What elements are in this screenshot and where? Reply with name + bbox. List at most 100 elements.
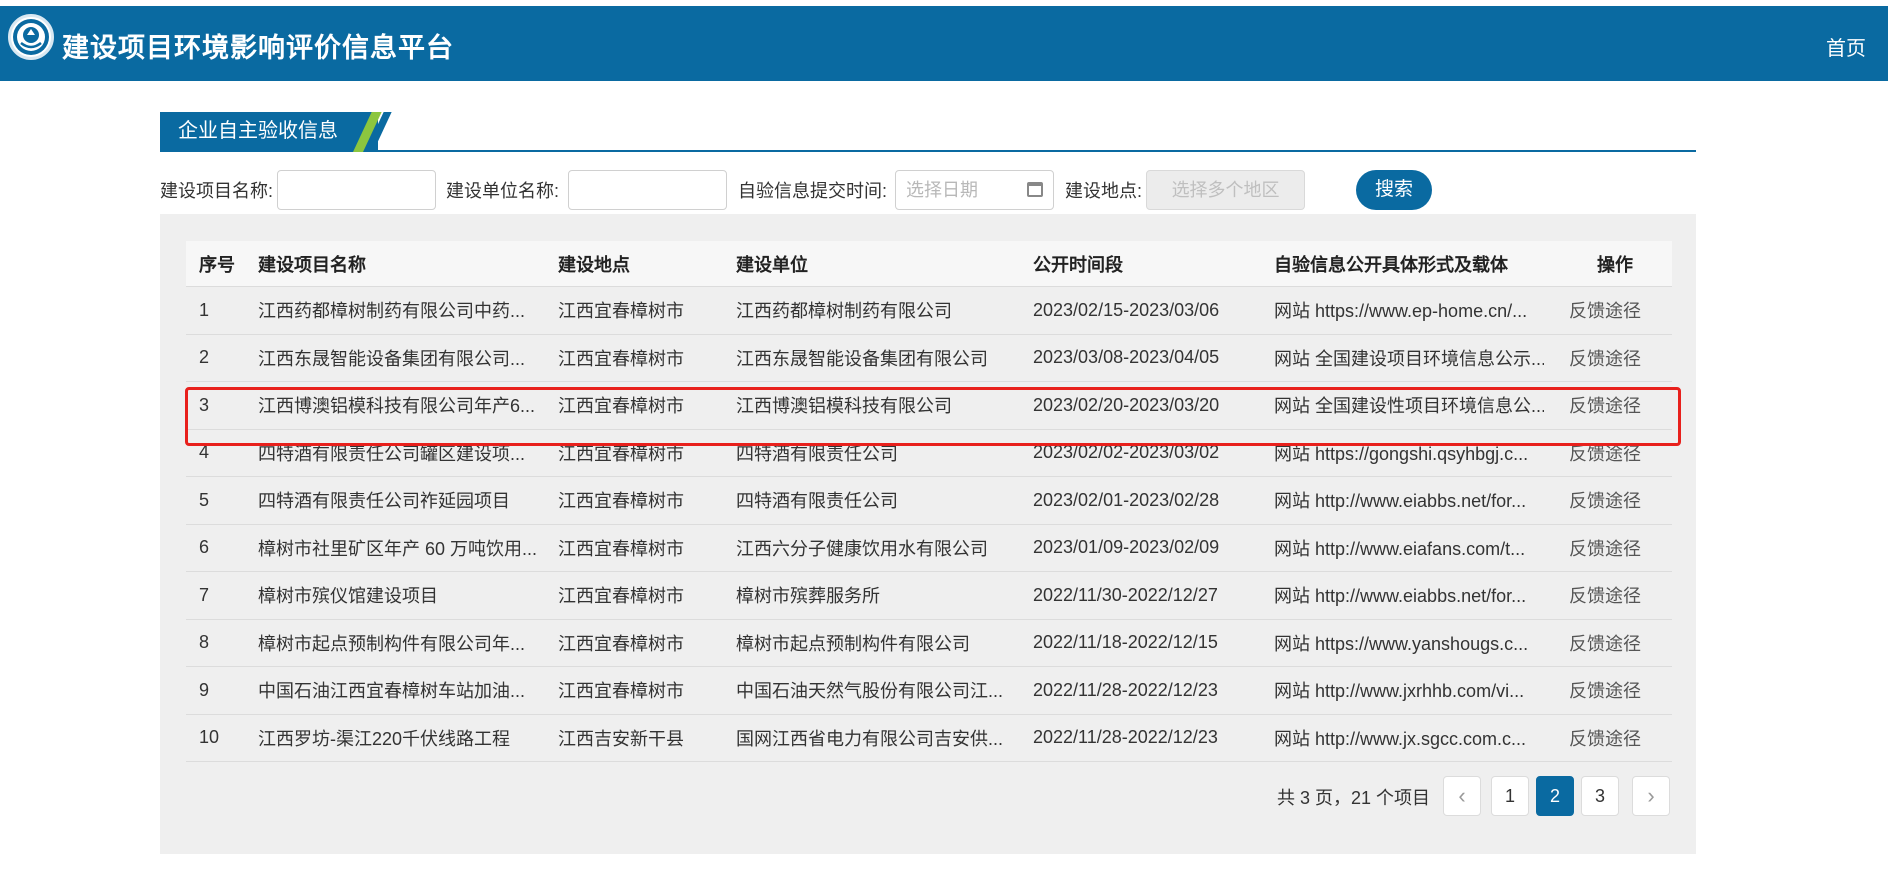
feedback-link[interactable]: 反馈途径 — [1569, 335, 1665, 382]
row-unit: 四特酒有限责任公司 — [736, 443, 898, 464]
home-link[interactable]: 首页 — [1826, 32, 1866, 61]
row-project-name: 江西东晟智能设备集团有限公司... — [258, 348, 526, 369]
row-carrier: 网站 http://www.jx.sgcc.com.c... — [1274, 728, 1527, 749]
location-select[interactable]: 选择多个地区 — [1146, 170, 1306, 210]
row-index: 2 — [199, 347, 210, 368]
site-title: 建设项目环境影响评价信息平台 — [62, 33, 454, 63]
row-index: 5 — [199, 489, 210, 510]
table-row[interactable]: 8 樟树市起点预制构件有限公司年... 江西宜春樟树市 樟树市起点预制构件有限公… — [186, 620, 1672, 667]
row-location: 江西吉安新干县 — [558, 728, 684, 749]
search-button[interactable]: 搜索 — [1356, 170, 1433, 210]
location-label: 建设地点: — [1065, 181, 1143, 201]
calendar-icon — [1027, 182, 1044, 197]
table-row[interactable]: 7 樟树市殡仪馆建设项目 江西宜春樟树市 樟树市殡葬服务所 2022/11/30… — [186, 572, 1672, 620]
table-header-row: 序号 建设项目名称 建设地点 建设单位 公开时间段 自验信息公开具体形式及载体 … — [186, 241, 1672, 287]
column-header-period: 公开时间段 — [1033, 254, 1123, 275]
feedback-link[interactable]: 反馈途径 — [1569, 287, 1665, 334]
row-project-name: 四特酒有限责任公司祚延园项目 — [258, 491, 510, 512]
row-period: 2023/02/20-2023/03/20 — [1033, 394, 1220, 415]
row-period: 2023/02/02-2023/03/02 — [1033, 442, 1220, 463]
column-header-carrier: 自验信息公开具体形式及载体 — [1274, 254, 1508, 275]
page-button-2[interactable]: 2 — [1536, 776, 1574, 816]
feedback-link[interactable]: 反馈途径 — [1569, 382, 1665, 429]
row-location: 江西宜春樟树市 — [558, 633, 684, 654]
table-row[interactable]: 9 中国石油江西宜春樟树车站加油... 江西宜春樟树市 中国石油天然气股份有限公… — [186, 667, 1672, 715]
row-index: 10 — [199, 727, 220, 748]
table-row[interactable]: 3 江西博澳铝模科技有限公司年产6... 江西宜春樟树市 江西博澳铝模科技有限公… — [186, 382, 1672, 430]
row-unit: 樟树市起点预制构件有限公司 — [736, 633, 970, 654]
row-carrier: 网站 全国建设项目环境信息公示... — [1274, 348, 1544, 369]
emblem-logo-icon — [8, 14, 54, 60]
submit-date-picker[interactable]: 选择日期 — [895, 170, 1055, 210]
row-unit: 四特酒有限责任公司 — [736, 491, 898, 512]
chevron-right-icon[interactable]: › — [1632, 776, 1670, 816]
row-carrier: 网站 https://www.yanshougs.c... — [1274, 633, 1529, 654]
column-header-action: 操作 — [1597, 254, 1633, 275]
row-period: 2023/02/15-2023/03/06 — [1033, 299, 1220, 320]
row-project-name: 樟树市起点预制构件有限公司年... — [258, 633, 526, 654]
row-index: 9 — [199, 679, 210, 700]
feedback-link[interactable]: 反馈途径 — [1569, 620, 1665, 667]
table-row[interactable]: 5 四特酒有限责任公司祚延园项目 江西宜春樟树市 四特酒有限责任公司 2023/… — [186, 477, 1672, 525]
unit-name-label: 建设单位名称: — [446, 181, 560, 201]
page-button-3[interactable]: 3 — [1581, 776, 1619, 816]
row-period: 2022/11/18-2022/12/15 — [1033, 632, 1218, 653]
page-button-1[interactable]: 1 — [1491, 776, 1529, 816]
section-title-tab: 企业自主验收信息 — [160, 112, 378, 150]
feedback-link[interactable]: 反馈途径 — [1569, 430, 1665, 477]
feedback-link[interactable]: 反馈途径 — [1569, 715, 1665, 762]
row-location: 江西宜春樟树市 — [558, 681, 684, 702]
project-name-input[interactable] — [277, 170, 437, 210]
row-period: 2023/01/09-2023/02/09 — [1033, 537, 1220, 558]
row-location: 江西宜春樟树市 — [558, 348, 684, 369]
table-row[interactable]: 6 樟树市社里矿区年产 60 万吨饮用... 江西宜春樟树市 江西六分子健康饮用… — [186, 525, 1672, 572]
row-location: 江西宜春樟树市 — [558, 301, 684, 322]
row-period: 2022/11/30-2022/12/27 — [1033, 584, 1218, 605]
pagination-total: 共 3 页，21 个项目 — [1277, 788, 1431, 808]
filter-bar: 建设项目名称: 建设单位名称: 自验信息提交时间: 选择日期 建设地点: 选择多… — [160, 170, 1433, 210]
row-location: 江西宜春樟树市 — [558, 586, 684, 607]
table-row[interactable]: 10 江西罗坊-渠江220千伏线路工程 江西吉安新干县 国网江西省电力有限公司吉… — [186, 715, 1672, 762]
section-heading: 企业自主验收信息 — [160, 112, 1696, 152]
row-project-name: 江西罗坊-渠江220千伏线路工程 — [258, 728, 511, 749]
chevron-left-icon[interactable]: ‹ — [1443, 776, 1481, 816]
column-header-location: 建设地点 — [558, 254, 630, 275]
row-location: 江西宜春樟树市 — [558, 396, 684, 417]
row-index: 4 — [199, 442, 210, 463]
column-header-project-name: 建设项目名称 — [258, 254, 366, 275]
row-unit: 中国石油天然气股份有限公司江... — [736, 681, 1004, 702]
results-table: 序号 建设项目名称 建设地点 建设单位 公开时间段 自验信息公开具体形式及载体 … — [186, 241, 1672, 762]
feedback-link[interactable]: 反馈途径 — [1569, 525, 1665, 572]
row-index: 3 — [199, 394, 210, 415]
top-navbar: 建设项目环境影响评价信息平台 首页 — [0, 6, 1888, 81]
feedback-link[interactable]: 反馈途径 — [1569, 667, 1665, 714]
row-location: 江西宜春樟树市 — [558, 491, 684, 512]
row-location: 江西宜春樟树市 — [558, 443, 684, 464]
row-period: 2023/03/08-2023/04/05 — [1033, 347, 1220, 368]
row-period: 2022/11/28-2022/12/23 — [1033, 679, 1218, 700]
row-index: 6 — [199, 537, 210, 558]
feedback-link[interactable]: 反馈途径 — [1569, 477, 1665, 524]
row-project-name: 樟树市社里矿区年产 60 万吨饮用... — [258, 538, 538, 559]
row-carrier: 网站 http://www.eiabbs.net/for... — [1274, 491, 1527, 512]
row-index: 8 — [199, 632, 210, 653]
feedback-link[interactable]: 反馈途径 — [1569, 572, 1665, 619]
row-unit: 国网江西省电力有限公司吉安供... — [736, 728, 1004, 749]
unit-name-input[interactable] — [568, 170, 728, 210]
column-header-index: 序号 — [199, 254, 235, 275]
table-row[interactable]: 4 四特酒有限责任公司罐区建设项... 江西宜春樟树市 四特酒有限责任公司 20… — [186, 430, 1672, 477]
row-carrier: 网站 全国建设性项目环境信息公... — [1274, 396, 1544, 417]
row-unit: 江西药都樟树制药有限公司 — [736, 301, 952, 322]
table-row[interactable]: 1 江西药都樟树制药有限公司中药... 江西宜春樟树市 江西药都樟树制药有限公司… — [186, 287, 1672, 335]
table-row[interactable]: 2 江西东晟智能设备集团有限公司... 江西宜春樟树市 江西东晟智能设备集团有限… — [186, 335, 1672, 382]
row-carrier: 网站 http://www.eiabbs.net/for... — [1274, 586, 1527, 607]
row-index: 7 — [199, 584, 210, 605]
row-carrier: 网站 https://gongshi.qsyhbgj.c... — [1274, 443, 1529, 464]
row-unit: 樟树市殡葬服务所 — [736, 586, 880, 607]
row-project-name: 江西博澳铝模科技有限公司年产6... — [258, 396, 536, 417]
row-project-name: 中国石油江西宜春樟树车站加油... — [258, 681, 526, 702]
row-project-name: 樟树市殡仪馆建设项目 — [258, 586, 438, 607]
row-period: 2023/02/01-2023/02/28 — [1033, 489, 1220, 510]
project-name-label: 建设项目名称: — [160, 181, 274, 201]
row-project-name: 四特酒有限责任公司罐区建设项... — [258, 443, 526, 464]
